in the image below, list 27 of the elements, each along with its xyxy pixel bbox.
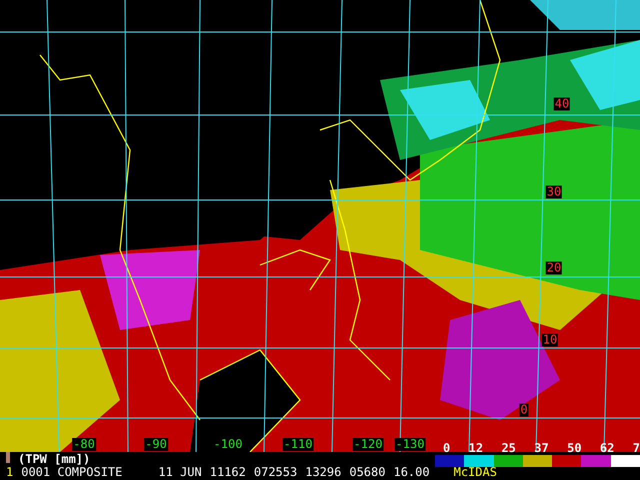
image-info-field: 16.00 — [393, 466, 430, 479]
longitude-label: -90 — [144, 438, 168, 451]
latitude-label: 30 — [546, 186, 562, 198]
latitude-label: 10 — [542, 334, 558, 346]
scale-tick-label: 50 — [567, 442, 582, 455]
image-info-field: 072553 — [254, 466, 298, 479]
scale-tick-label: 25 — [501, 442, 516, 455]
image-info-field: 11 JUN — [158, 466, 202, 479]
frame-number: 1 — [6, 466, 14, 479]
frame-marker-icon — [6, 452, 10, 463]
latitude-label: 20 — [546, 262, 562, 274]
image-info-field: 05680 — [349, 466, 386, 479]
image-name: 0001 COMPOSITE — [21, 466, 122, 479]
longitude-label: -130 — [394, 438, 426, 451]
latitude-label: 40 — [554, 98, 570, 110]
brand-label: McIDAS — [454, 466, 497, 479]
product-label: (TPW [mm]) — [18, 453, 90, 466]
image-info-field: 13296 — [305, 466, 342, 479]
longitude-label: -100 — [212, 438, 244, 451]
longitude-label: -120 — [352, 438, 384, 451]
longitude-label: -80 — [72, 438, 96, 451]
scale-tick-label: 7 — [632, 442, 640, 455]
scale-tick-label: 0 — [443, 442, 450, 455]
longitude-label: -110 — [282, 438, 314, 451]
latitude-label: 0 — [519, 404, 529, 416]
scale-tick-label: 12 — [468, 442, 484, 455]
image-info-field: 11162 — [210, 466, 246, 479]
